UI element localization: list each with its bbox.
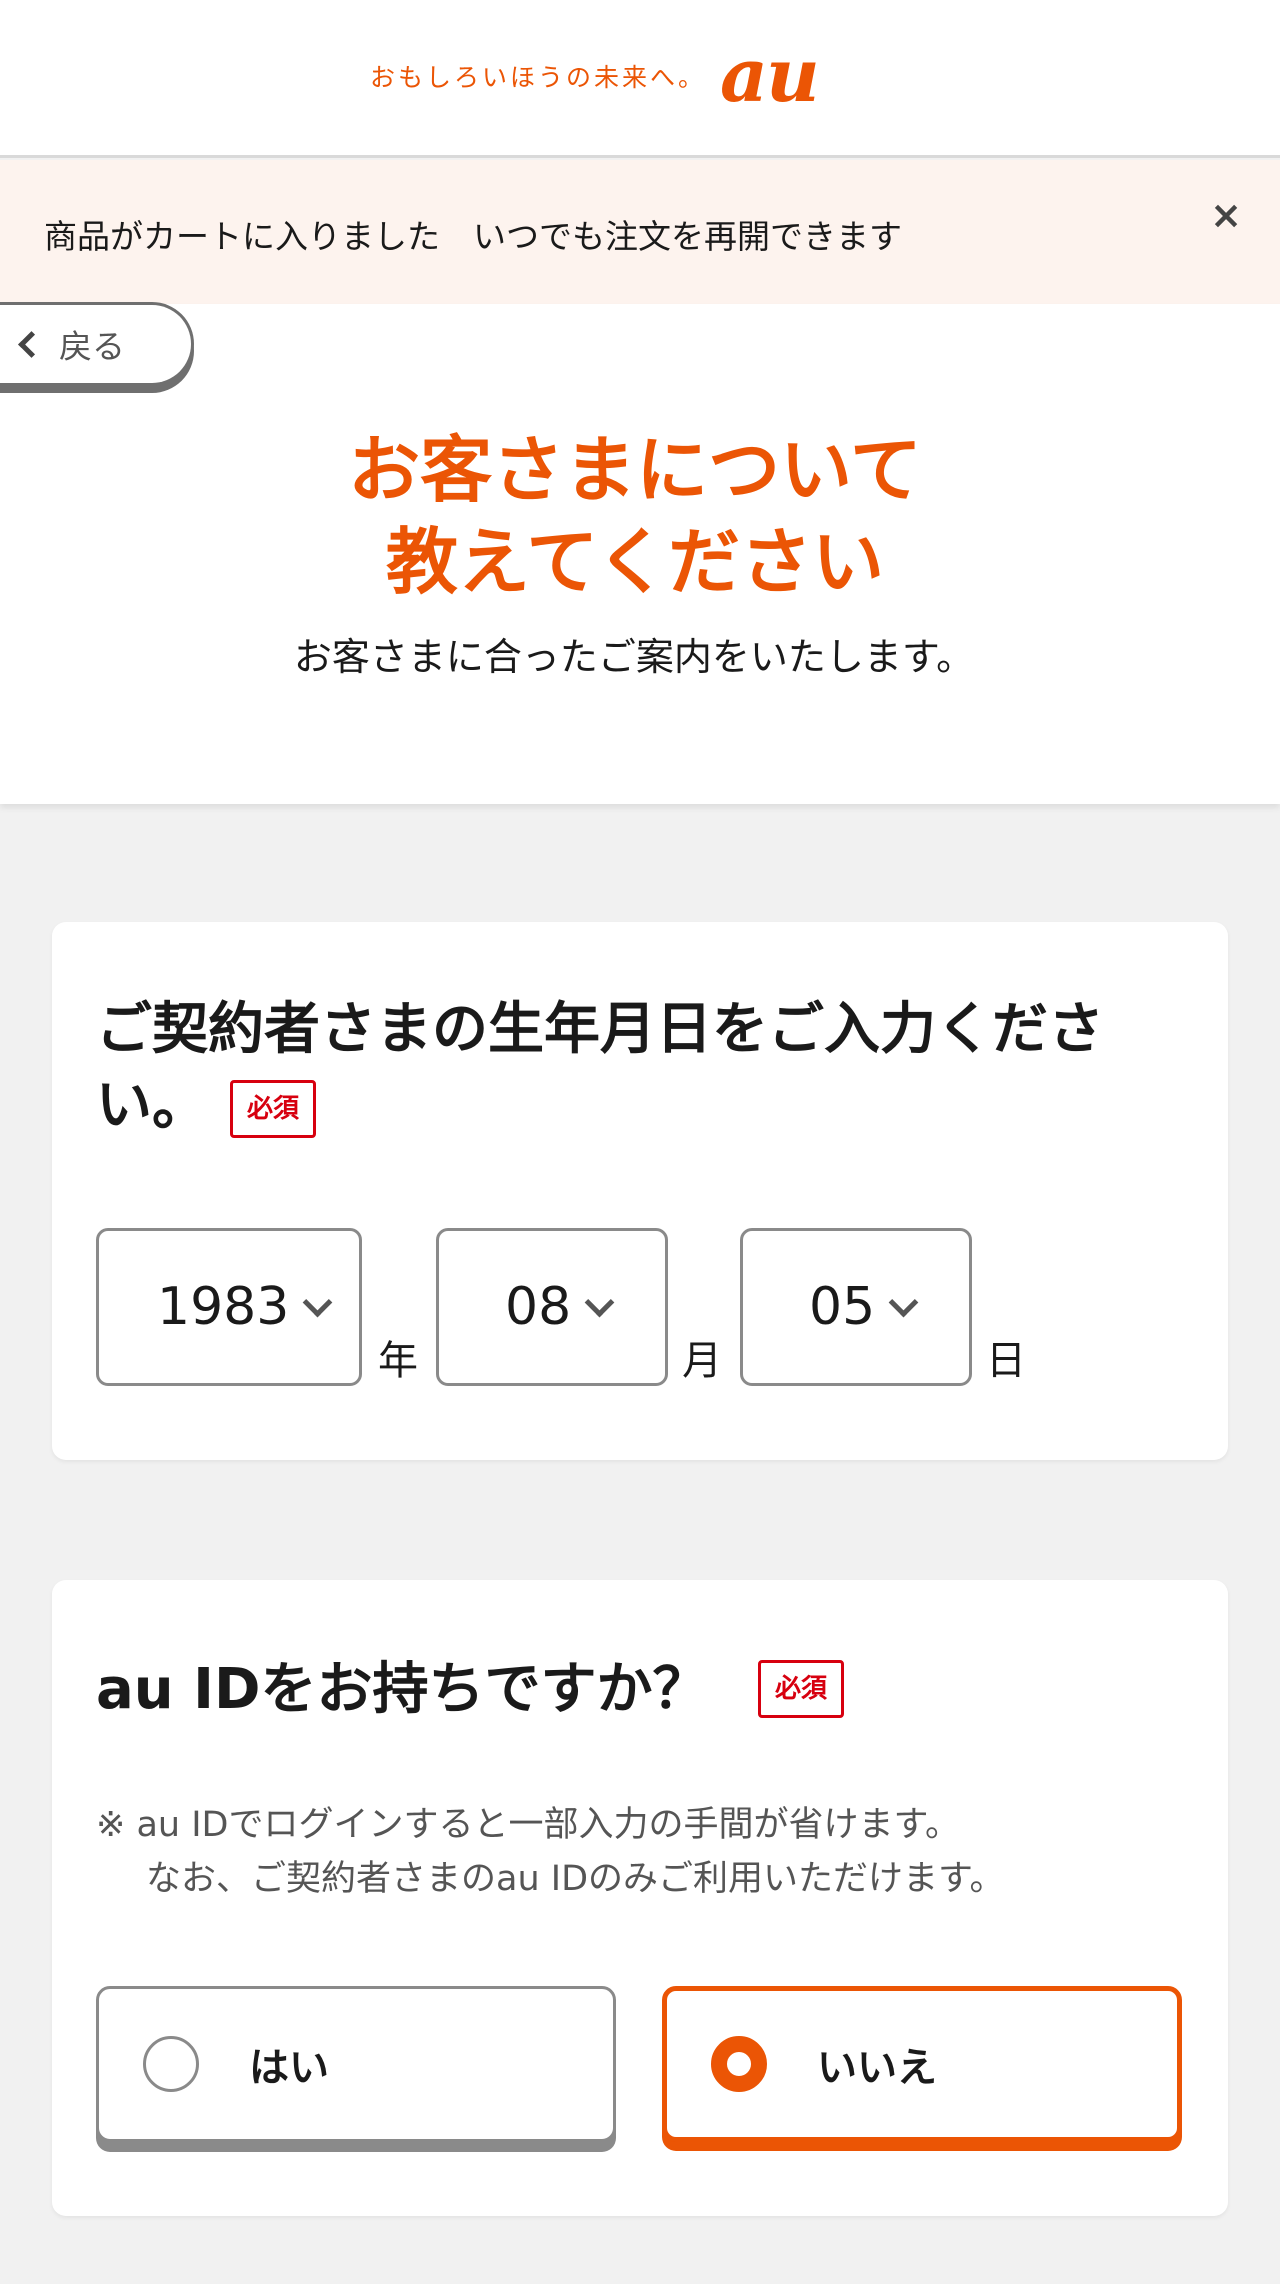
birth-day-value: 05 — [809, 1277, 876, 1337]
auid-note-line1: ※ au IDでログインすると一部入力の手間が省けます。 — [96, 1805, 960, 1845]
birth-year-value: 1983 — [157, 1277, 290, 1337]
day-unit: 日 — [986, 1338, 1026, 1384]
auid-question: au IDをお持ちですか？ — [96, 1657, 709, 1722]
cart-notice-banner: 商品がカートに入りました いつでも注文を再開できます — [0, 160, 1280, 304]
auid-option-no[interactable]: いいえ — [662, 1986, 1182, 2142]
required-badge: 必須 — [230, 1080, 317, 1138]
birth-day-select[interactable]: 05 — [740, 1228, 972, 1386]
page-subtitle: お客さまに合ったご案内をいたします。 — [293, 635, 975, 679]
close-icon[interactable]: × — [1203, 192, 1249, 238]
brand-logo[interactable]: おもしろいほうの未来へ。 au — [370, 33, 820, 119]
auid-option-yes[interactable]: はい — [96, 1986, 616, 2142]
back-button[interactable]: 戻る — [0, 302, 194, 386]
chevron-down-icon — [888, 1287, 919, 1317]
site-header: おもしろいほうの未来へ。 au — [0, 0, 1280, 158]
page-title-line1: お客さまについて — [348, 428, 922, 512]
auid-note-line2: なお、ご契約者さまのau IDのみご利用いただけます。 — [146, 1859, 1005, 1899]
chevron-down-icon — [584, 1287, 615, 1317]
auid-note: ※ au IDでログインすると一部入力の手間が省けます。 なお、ご契約者さまのa… — [96, 1798, 1005, 1906]
brand-tagline: おもしろいほうの未来へ。 — [370, 63, 707, 92]
birth-month-value: 08 — [505, 1277, 572, 1337]
required-badge: 必須 — [758, 1660, 845, 1718]
radio-selected-icon — [711, 2036, 767, 2092]
month-unit: 月 — [682, 1338, 722, 1384]
year-unit: 年 — [378, 1338, 418, 1384]
au-logo: au — [720, 33, 820, 119]
auid-option-no-label: いいえ — [817, 2045, 937, 2091]
page-title: お客さまについて 教えてください — [0, 424, 1270, 608]
back-button-label: 戻る — [59, 327, 125, 366]
birthdate-card: ご契約者さまの生年月日をご入力ください。 必須 1983 年 08 月 05 日 — [52, 922, 1228, 1460]
page-title-line2: 教えてください — [385, 520, 885, 604]
chevron-left-icon — [18, 330, 45, 358]
radio-unselected-icon — [143, 2036, 199, 2092]
birth-year-select[interactable]: 1983 — [96, 1228, 362, 1386]
chevron-down-icon — [302, 1287, 333, 1317]
auid-option-yes-label: はい — [249, 2045, 329, 2091]
cart-notice-text: 商品がカートに入りました いつでも注文を再開できます — [44, 217, 902, 256]
auid-card: au IDをお持ちですか？ 必須 ※ au IDでログインすると一部入力の手間が… — [52, 1580, 1228, 2216]
birth-month-select[interactable]: 08 — [436, 1228, 668, 1386]
